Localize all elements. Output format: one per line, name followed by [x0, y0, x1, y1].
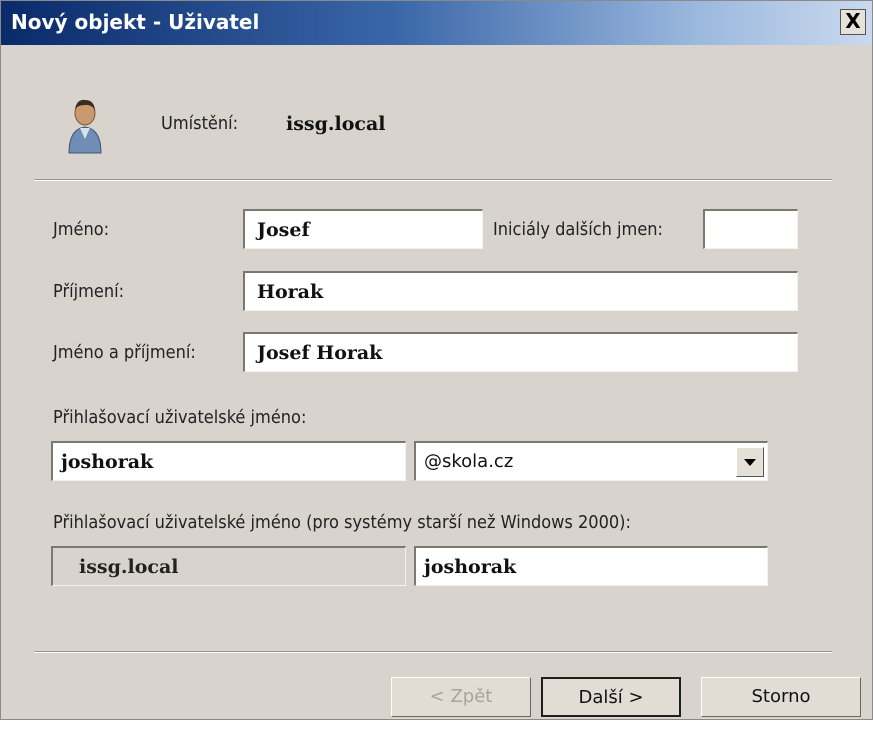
cancel-button[interactable]: Storno	[701, 677, 861, 717]
initials-input[interactable]	[703, 209, 798, 249]
first-name-input[interactable]: Josef	[243, 209, 483, 249]
user-icon	[63, 95, 107, 159]
last-name-input[interactable]: Horak	[243, 271, 798, 311]
location-value: issg.local	[286, 113, 386, 135]
separator	[34, 651, 832, 653]
pre2000-logon-label: Přihlašovací uživatelské jméno (pro syst…	[53, 512, 631, 533]
domain-select-value: @skola.cz	[424, 451, 514, 472]
pre2000-logon-input[interactable]: joshorak	[414, 546, 768, 586]
location-label: Umístění:	[161, 113, 239, 134]
full-name-label: Jméno a příjmení:	[53, 342, 196, 363]
initials-label: Iniciály dalších jmen:	[493, 219, 664, 240]
chevron-down-icon[interactable]	[736, 447, 764, 477]
close-button[interactable]: X	[840, 9, 866, 35]
window-title: Nový objekt - Uživatel	[11, 10, 260, 34]
full-name-input[interactable]: Josef Horak	[243, 332, 798, 372]
domain-select[interactable]: @skola.cz	[414, 441, 768, 481]
back-button[interactable]: < Zpět	[391, 677, 531, 717]
first-name-label: Jméno:	[53, 219, 110, 240]
logon-name-input[interactable]: joshorak	[51, 441, 406, 481]
last-name-label: Příjmení:	[53, 281, 125, 302]
separator	[34, 179, 832, 181]
title-bar[interactable]: Nový objekt - Uživatel X	[1, 1, 872, 45]
next-button[interactable]: Další >	[541, 677, 681, 717]
logon-name-label: Přihlašovací uživatelské jméno:	[53, 407, 307, 428]
new-user-dialog: Nový objekt - Uživatel X Umístění: issg.…	[0, 0, 873, 720]
pre2000-domain-field: issg.local	[51, 546, 406, 586]
